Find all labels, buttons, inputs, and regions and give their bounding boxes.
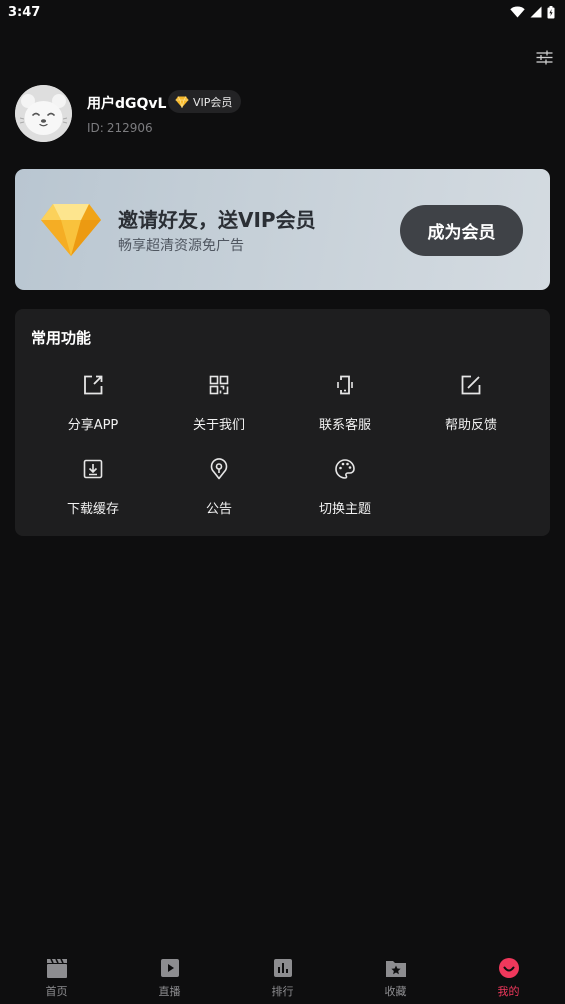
download-cache-item[interactable]: 下载缓存 — [30, 455, 156, 525]
settings-button[interactable] — [533, 46, 555, 68]
status-icons — [510, 5, 555, 19]
func-label: 下载缓存 — [66, 502, 119, 517]
common-functions-card: 常用功能 分享APP 关于我们 联系客服 帮助反馈 下载缓存 公告 切换主题 — [15, 309, 550, 536]
qrcode-icon — [209, 375, 229, 395]
contact-support-item[interactable]: 联系客服 — [282, 371, 408, 441]
download-icon — [83, 459, 103, 479]
nav-label: 排行 — [271, 985, 294, 998]
bottom-nav: 首页 直播 排行 收藏 我的 — [0, 948, 565, 1004]
help-feedback-item[interactable]: 帮助反馈 — [408, 371, 534, 441]
phone-icon — [337, 375, 353, 395]
nav-live[interactable]: 直播 — [113, 948, 226, 1004]
avatar[interactable] — [15, 85, 72, 142]
cell-signal-icon — [530, 6, 542, 18]
func-label: 关于我们 — [192, 418, 245, 433]
nav-home[interactable]: 首页 — [0, 948, 113, 1004]
gem-icon — [41, 204, 101, 256]
func-label: 公告 — [205, 502, 232, 517]
announcement-icon — [210, 458, 228, 480]
bear-avatar-icon — [15, 85, 72, 142]
nav-ranking[interactable]: 排行 — [226, 948, 339, 1004]
play-icon — [160, 959, 179, 977]
section-title: 常用功能 — [31, 329, 92, 347]
announcement-item[interactable]: 公告 — [156, 455, 282, 525]
vip-badge-label: VIP会员 — [193, 95, 233, 109]
sliders-icon — [536, 50, 552, 64]
become-member-button[interactable]: 成为会员 — [400, 205, 523, 256]
status-bar: 3:47 — [0, 0, 565, 24]
nav-favorites[interactable]: 收藏 — [339, 948, 452, 1004]
func-label: 联系客服 — [318, 418, 371, 433]
switch-theme-item[interactable]: 切换主题 — [282, 455, 408, 525]
func-label: 帮助反馈 — [444, 418, 497, 433]
user-id-value: 212906 — [106, 121, 153, 135]
banner-title: 邀请好友，送VIP会员 — [118, 208, 316, 232]
status-time: 3:47 — [8, 4, 41, 20]
smile-icon — [498, 958, 519, 978]
username: 用户dGQvL — [87, 96, 167, 112]
vip-invite-banner[interactable]: 邀请好友，送VIP会员 畅享超清资源免广告 成为会员 — [15, 169, 550, 290]
user-id: ID: 212906 — [87, 121, 153, 135]
bar-chart-icon — [273, 959, 292, 977]
star-folder-icon — [385, 961, 406, 977]
edit-icon — [461, 375, 481, 395]
clapperboard-icon — [46, 958, 67, 978]
user-id-label: ID: — [87, 121, 104, 135]
nav-label: 收藏 — [384, 985, 407, 998]
battery-icon — [547, 5, 555, 18]
func-label: 切换主题 — [318, 502, 371, 517]
vip-badge[interactable]: VIP会员 — [168, 90, 242, 113]
about-us-item[interactable]: 关于我们 — [156, 371, 282, 441]
share-icon — [84, 375, 103, 395]
banner-subtitle: 畅享超清资源免广告 — [118, 238, 244, 254]
nav-label: 我的 — [497, 985, 520, 998]
palette-icon — [335, 459, 355, 479]
nav-label: 首页 — [45, 985, 68, 998]
share-app-item[interactable]: 分享APP — [30, 371, 156, 441]
func-label: 分享APP — [67, 418, 119, 433]
nav-label: 直播 — [158, 985, 181, 998]
wifi-icon — [510, 6, 525, 18]
diamond-icon — [175, 95, 189, 108]
nav-mine[interactable]: 我的 — [452, 948, 565, 1004]
